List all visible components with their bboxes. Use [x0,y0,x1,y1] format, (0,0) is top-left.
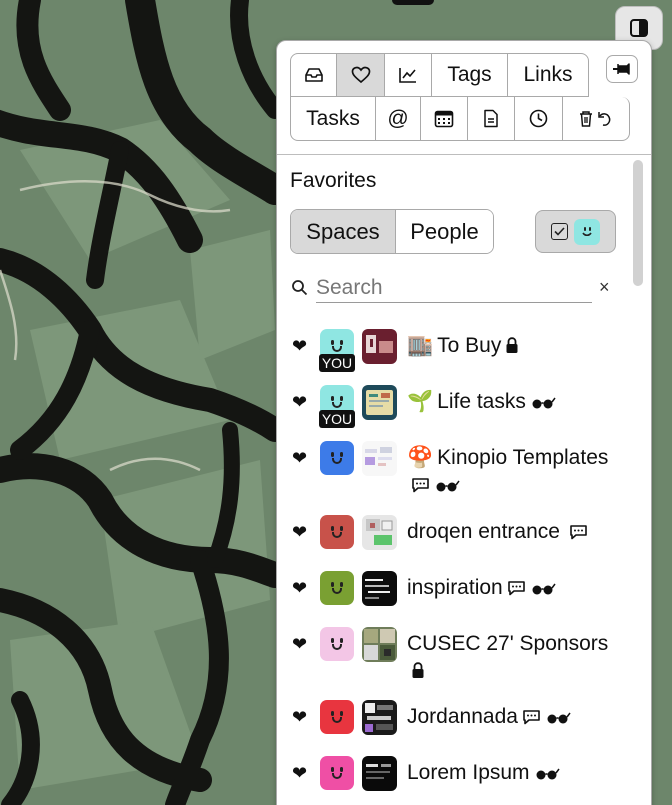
heart-filled-icon[interactable]: ❤ [292,337,307,355]
tab-bar: Tags Links Tasks @ [290,53,630,141]
tab-stats[interactable] [385,54,432,96]
tab-trash[interactable] [563,97,627,140]
space-emoji: 🏬 [407,334,434,357]
avatar [320,700,354,734]
pin-icon [613,63,630,75]
space-name: Jordannada [407,703,622,730]
scrollbar-thumb[interactable] [633,160,643,286]
tab-links[interactable]: Links [508,54,588,96]
lock-icon [506,337,518,353]
heart-filled-icon[interactable]: ❤ [292,523,307,541]
you-badge: YOU [319,410,355,428]
avatar: YOU [319,329,355,372]
user-face-icon [574,218,600,245]
space-name: 🏬 To Buy [407,332,622,359]
avatar: YOU [319,385,355,428]
heart-filled-icon[interactable]: ❤ [292,449,307,467]
space-name: 🍄 Kinopio Templates [407,444,622,498]
space-thumbnail [362,627,397,662]
space-emoji: 🍄 [407,446,434,469]
glasses-icon [547,712,571,724]
segment-spaces[interactable]: Spaces [291,210,396,253]
space-name: droqen entrance [407,518,622,545]
space-thumbnail [362,515,397,550]
search-bar: × [290,273,615,303]
favorites-dialog: Tags Links Tasks @ Favorites Spaces Peop… [276,40,652,805]
glasses-icon [532,583,556,595]
heart-filled-icon[interactable]: ❤ [292,393,307,411]
heart-filled-icon[interactable]: ❤ [292,764,307,782]
heart-filled-icon[interactable]: ❤ [292,708,307,726]
you-badge: YOU [319,354,355,372]
avatar [320,756,354,790]
search-icon [292,280,308,296]
calendar-icon [434,110,454,127]
inbox-icon [304,68,323,82]
space-thumbnail [362,571,397,606]
comment-icon [570,525,587,540]
split-panel-icon [630,19,648,37]
space-emoji: 🌱 [407,390,434,413]
space-thumbnail [362,756,397,791]
space-name: 🌱 Life tasks [407,388,622,415]
glasses-icon [532,397,556,409]
checkbox-icon [551,223,568,240]
tab-tasks[interactable]: Tasks [291,97,376,140]
section-title: Favorites [290,169,377,192]
avatar [320,627,354,661]
tab-row-2: Tasks @ [290,97,630,141]
filter-button[interactable] [535,210,616,253]
trash-restore-icon [580,110,611,127]
search-input[interactable] [316,273,592,303]
space-name: CUSEC 27' Sponsors [407,630,622,684]
tab-tags[interactable]: Tags [432,54,508,96]
segment-people[interactable]: People [396,210,493,253]
tab-mentions[interactable]: @ [376,97,421,140]
comment-icon [523,710,540,725]
top-edge-blob [392,0,434,5]
document-icon [484,109,498,128]
tab-inbox[interactable] [291,54,337,96]
chart-icon [399,68,416,83]
space-thumbnail [362,700,397,735]
comment-icon [507,581,525,596]
comment-icon [412,478,429,493]
space-name: inspiration [407,574,622,601]
space-name: Lorem Ipsum [407,759,622,786]
heart-filled-icon[interactable]: ❤ [292,579,307,597]
heart-filled-icon[interactable]: ❤ [292,635,307,653]
tab-row-1: Tags Links [290,53,589,97]
space-thumbnail [362,441,397,476]
heart-icon [351,66,370,84]
glasses-icon [536,768,560,780]
tab-document[interactable] [468,97,515,140]
tab-favorites[interactable] [337,54,385,96]
space-thumbnail [362,329,397,364]
header-divider [277,154,651,155]
avatar [320,571,354,605]
lock-icon [412,662,424,678]
tab-calendar[interactable] [421,97,468,140]
avatar [320,515,354,549]
spaces-people-toggle: Spaces People [290,209,494,254]
avatar [320,441,354,475]
pin-dialog-button[interactable] [606,55,638,83]
clock-icon [529,109,548,128]
tab-history[interactable] [515,97,563,140]
space-thumbnail [362,385,397,420]
clear-search-button[interactable]: × [599,277,610,298]
glasses-icon [436,480,460,492]
